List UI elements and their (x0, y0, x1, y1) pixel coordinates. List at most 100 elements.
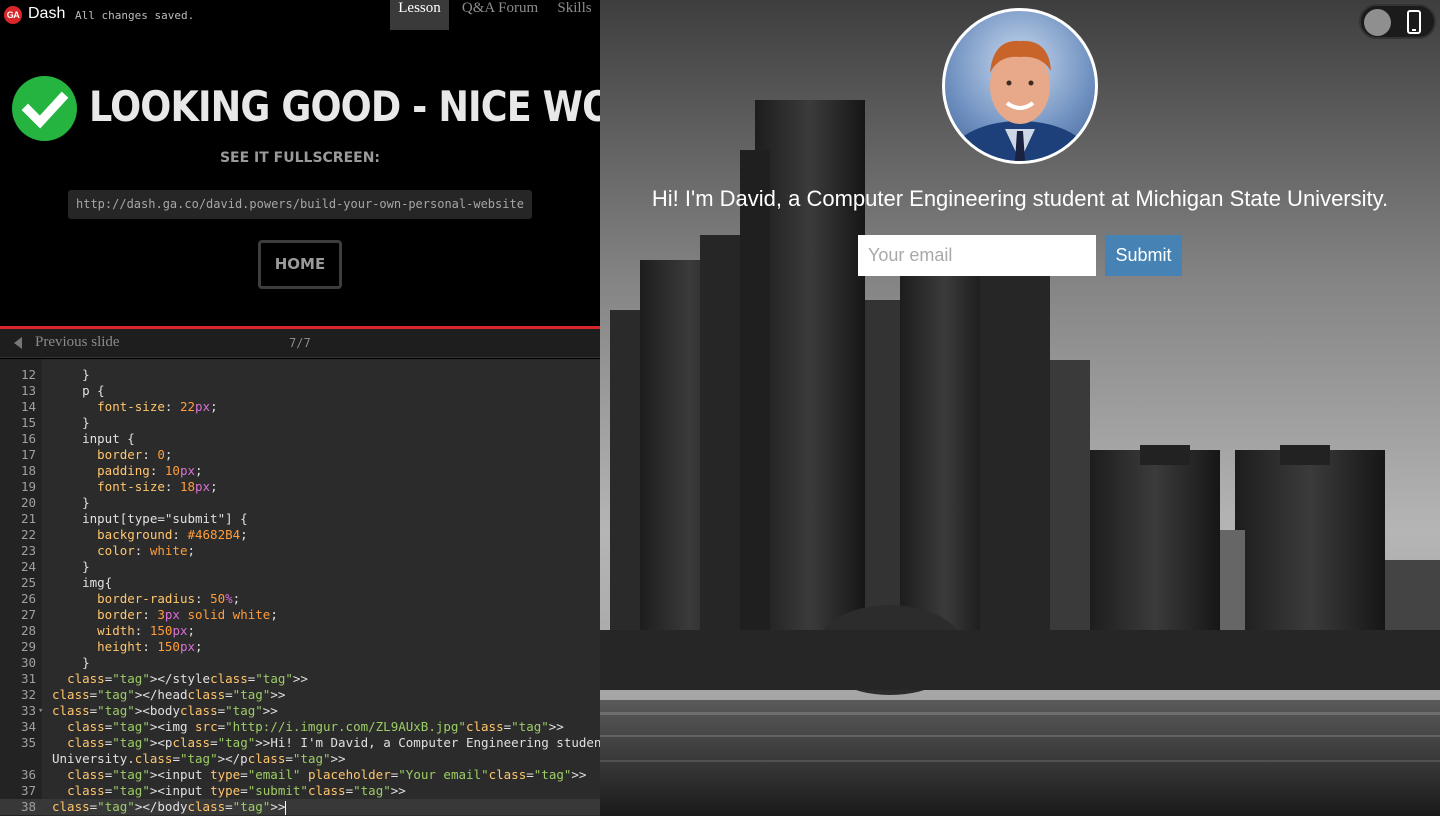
line-number: 30 (20, 655, 36, 670)
submit-button[interactable]: Submit (1105, 235, 1182, 276)
home-button[interactable]: HOME (258, 240, 342, 289)
line-number: 12 (20, 367, 36, 382)
code-text[interactable]: class="tag"><input type="submit"class="t… (52, 783, 406, 799)
code-text[interactable]: class="tag"></bodyclass="tag">> (52, 799, 287, 815)
profile-photo (942, 8, 1098, 164)
code-line[interactable]: 36 class="tag"><input type="email" place… (0, 767, 600, 783)
code-text[interactable]: } (52, 367, 90, 383)
checkmark-icon (12, 76, 77, 141)
code-line[interactable]: 31 class="tag"></styleclass="tag">> (0, 671, 600, 687)
code-text[interactable]: p { (52, 383, 105, 399)
chevron-left-icon[interactable] (14, 337, 22, 349)
line-number: 20 (20, 495, 36, 510)
code-line[interactable]: 24 } (0, 559, 600, 575)
code-line[interactable]: 27 border: 3px solid white; (0, 607, 600, 623)
previous-slide-button[interactable]: Previous slide (35, 334, 120, 351)
line-number: 36 (20, 767, 36, 782)
device-toggle[interactable] (1359, 4, 1436, 39)
code-line[interactable]: 14 font-size: 22px; (0, 399, 600, 415)
phone-icon[interactable] (1407, 10, 1421, 34)
code-text[interactable]: font-size: 22px; (52, 399, 217, 415)
code-line[interactable]: 34 class="tag"><img src="http://i.imgur.… (0, 719, 600, 735)
code-line[interactable]: 26 border-radius: 50%; (0, 591, 600, 607)
code-text[interactable]: font-size: 18px; (52, 479, 217, 495)
fold-icon[interactable]: ▾ (38, 703, 43, 719)
code-text[interactable]: } (52, 559, 90, 575)
code-text[interactable]: border: 0; (52, 447, 172, 463)
code-line[interactable]: 19 font-size: 18px; (0, 479, 600, 495)
tab-qa-forum[interactable]: Q&A Forum (451, 0, 549, 30)
code-text[interactable]: input[type="submit"] { (52, 511, 248, 527)
line-number: 16 (20, 431, 36, 446)
slide-navigation: Previous slide 7/7 (0, 329, 600, 358)
fullscreen-label: SEE IT FULLSCREEN: (219, 150, 381, 166)
line-number: 32 (20, 687, 36, 702)
code-text[interactable]: class="tag"><input type="email" placehol… (52, 767, 586, 783)
intro-text: Hi! I'm David, a Computer Engineering st… (651, 186, 1389, 211)
code-line[interactable]: 21 input[type="submit"] { (0, 511, 600, 527)
slide-counter: 7/7 (289, 336, 311, 350)
code-text[interactable]: img{ (52, 575, 112, 591)
fullscreen-url[interactable]: http://dash.ga.co/david.powers/build-you… (68, 190, 532, 219)
code-text[interactable]: } (52, 495, 90, 511)
code-text[interactable]: height: 150px; (52, 639, 202, 655)
code-text[interactable]: class="tag"><bodyclass="tag">> (52, 703, 278, 719)
ga-logo[interactable]: GA (4, 6, 22, 24)
code-text[interactable]: } (52, 655, 90, 671)
top-bar: GA Dash All changes saved. Lesson Q&A Fo… (0, 0, 600, 30)
code-text[interactable]: background: #4682B4; (52, 527, 248, 543)
line-number: 26 (20, 591, 36, 606)
code-line[interactable]: 28 width: 150px; (0, 623, 600, 639)
code-line[interactable]: 15 } (0, 415, 600, 431)
code-line[interactable]: 12 } (0, 367, 600, 383)
code-line[interactable]: 23 color: white; (0, 543, 600, 559)
code-text[interactable]: color: white; (52, 543, 195, 559)
code-text[interactable]: border: 3px solid white; (52, 607, 278, 623)
code-line[interactable]: 32 class="tag"></headclass="tag">> (0, 687, 600, 703)
line-number: 15 (20, 415, 36, 430)
code-line[interactable]: 20 } (0, 495, 600, 511)
code-text[interactable]: class="tag"><img src="http://i.imgur.com… (52, 719, 564, 735)
code-text[interactable]: class="tag"></headclass="tag">> (52, 687, 285, 703)
code-line[interactable]: 35 class="tag"><pclass="tag">>Hi! I'm Da… (0, 735, 600, 751)
code-text[interactable]: width: 150px; (52, 623, 195, 639)
code-line[interactable]: 22 background: #4682B4; (0, 527, 600, 543)
code-text[interactable]: class="tag"><pclass="tag">>Hi! I'm David… (52, 735, 600, 751)
code-line[interactable]: 29 height: 150px; (0, 639, 600, 655)
code-text[interactable]: class="tag"></styleclass="tag">> (52, 671, 308, 687)
line-number: 21 (20, 511, 36, 526)
preview-panel: Hi! I'm David, a Computer Engineering st… (600, 0, 1440, 816)
tab-skills[interactable]: Skills (549, 0, 600, 30)
line-number: 31 (20, 671, 36, 686)
line-number: 19 (20, 479, 36, 494)
code-text[interactable]: padding: 10px; (52, 463, 202, 479)
line-number: 17 (20, 447, 36, 462)
code-line[interactable]: 13 p { (0, 383, 600, 399)
email-input[interactable] (858, 235, 1096, 276)
code-line[interactable]: 33 ▾ class="tag"><bodyclass="tag">> (0, 703, 600, 719)
code-text[interactable]: University.class="tag"></pclass="tag">> (52, 751, 346, 767)
code-text[interactable]: border-radius: 50%; (52, 591, 240, 607)
code-line[interactable]: University.class="tag"></pclass="tag">> (0, 751, 600, 767)
success-message: LOOKING GOOD - NICE WORK! SEE IT FULLSCR… (0, 30, 684, 326)
code-line[interactable]: 37 class="tag"><input type="submit"class… (0, 783, 600, 799)
success-headline: LOOKING GOOD - NICE WORK! (89, 82, 684, 131)
code-line[interactable]: 25 img{ (0, 575, 600, 591)
line-number: 35 (20, 735, 36, 750)
line-number: 27 (20, 607, 36, 622)
code-text[interactable]: input { (52, 431, 135, 447)
line-number: 24 (20, 559, 36, 574)
line-number: 23 (20, 543, 36, 558)
code-editor[interactable]: 12 } 13 p {14 font-size: 22px; 15 } 16 inpu… (0, 359, 600, 816)
code-line[interactable]: 38 class="tag"></bodyclass="tag">> (0, 799, 600, 815)
code-line[interactable]: 18 padding: 10px; (0, 463, 600, 479)
app-name[interactable]: Dash (28, 5, 65, 23)
code-line[interactable]: 16 input { (0, 431, 600, 447)
tab-lesson[interactable]: Lesson (390, 0, 449, 30)
code-line[interactable]: 17 border: 0; (0, 447, 600, 463)
save-status: All changes saved. (75, 9, 195, 22)
toggle-knob[interactable] (1364, 9, 1391, 36)
code-line[interactable]: 30 } (0, 655, 600, 671)
line-number: 18 (20, 463, 36, 478)
code-text[interactable]: } (52, 415, 90, 431)
